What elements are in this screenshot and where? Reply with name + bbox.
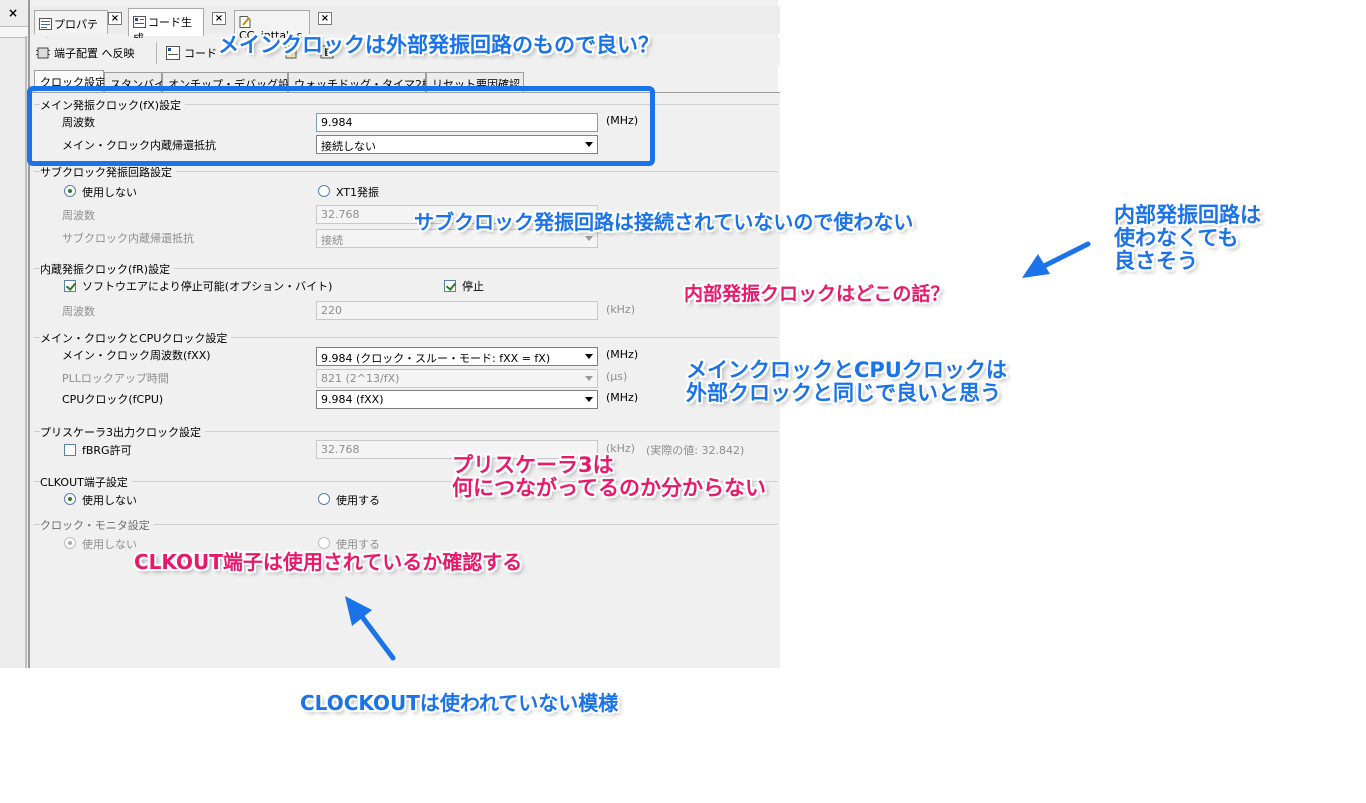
code-generation-icon xyxy=(166,46,180,60)
sub-osc-xt1-radio[interactable] xyxy=(318,185,330,197)
pll-lockup-unit: (μs) xyxy=(606,370,628,383)
annotation-clkout-check: CLKOUT端子は使用されているか確認する xyxy=(134,550,523,574)
document-tab-bar: プロパティ × コード生成 × CG_inttab.s × xyxy=(30,6,780,47)
tab-code-generation[interactable]: コード生成 xyxy=(128,8,204,45)
clock-monitor-group-title: クロック・モニタ設定 xyxy=(40,517,154,533)
internal-osc-freq-input[interactable]: 220 xyxy=(316,301,598,320)
sub-osc-group-title: サブクロック発振回路設定 xyxy=(40,164,176,180)
select-value: 821 (2^13/fX) xyxy=(321,372,400,385)
close-icon[interactable]: × xyxy=(8,6,18,20)
code-generation-icon xyxy=(133,16,146,28)
pin-layout-icon xyxy=(36,46,50,60)
annotation-sub-clock: サブクロック発振回路は接続されていないので使わない xyxy=(414,210,914,234)
arrow-to-internal-osc xyxy=(1022,241,1091,278)
chevron-down-icon xyxy=(585,376,593,381)
clock-monitor-unused-label: 使用しない xyxy=(82,538,137,551)
annotation-internal-clock: 内部発振クロックはどこの話？ xyxy=(684,283,950,305)
code-label: コード xyxy=(184,47,217,60)
tab-properties[interactable]: プロパティ xyxy=(34,10,108,47)
fbrg-label: fBRG許可 xyxy=(82,444,132,457)
select-value: 接続 xyxy=(321,234,343,247)
fbrg-checkbox[interactable] xyxy=(64,444,76,456)
internal-osc-freq-unit: (kHz) xyxy=(606,303,635,316)
sub-osc-resistor-label: サブクロック内蔵帰還抵抗 xyxy=(62,232,194,245)
reflect-pins-label: 端子配置 へ反映 xyxy=(54,47,135,60)
close-tab-icon[interactable]: × xyxy=(318,12,332,25)
main-clock-freq-select[interactable]: 9.984 (クロック・スルー・モード: fXX = fX) xyxy=(316,347,598,366)
cpu-clock-select[interactable]: 9.984 (fXX) xyxy=(316,390,598,409)
reflect-pins-button[interactable]: 端子配置 へ反映 xyxy=(36,42,135,64)
toolbar-divider xyxy=(156,42,157,64)
panel-separator xyxy=(0,26,28,38)
annotation-internal-osc: 内部発振回路は 使わなくても 良さそう xyxy=(1114,203,1261,274)
software-stop-checkbox[interactable] xyxy=(64,280,76,292)
internal-osc-group-title: 内蔵発振クロック(fR)設定 xyxy=(40,261,175,277)
main-clock-freq-label: メイン・クロック周波数(fXX) xyxy=(62,349,211,362)
annotation-prescaler: プリスケーラ3は 何につながってるのか分からない xyxy=(452,453,766,501)
sub-osc-unused-label: 使用しない xyxy=(82,186,137,199)
select-value: 9.984 (fXX) xyxy=(321,393,384,406)
tab-cg-inttab[interactable]: CG_inttab.s xyxy=(234,10,310,42)
prescaler3-group-title: プリスケーラ3出力クロック設定 xyxy=(40,424,205,440)
main-cpu-group-title: メイン・クロックとCPUクロック設定 xyxy=(40,330,232,346)
clock-monitor-used-radio[interactable] xyxy=(318,537,330,549)
annotation-main-cpu: メインクロックとCPUクロックは 外部クロックと同じで良いと思う xyxy=(686,358,1007,406)
clkout-used-label: 使用する xyxy=(336,494,380,507)
internal-osc-freq-label: 周波数 xyxy=(62,305,95,318)
stop-checkbox[interactable] xyxy=(444,280,456,292)
clkout-group-title: CLKOUT端子設定 xyxy=(40,474,132,490)
close-tab-icon[interactable]: × xyxy=(108,12,122,25)
chevron-down-icon xyxy=(585,397,593,402)
sub-osc-unused-radio[interactable] xyxy=(64,185,76,197)
annotation-clockout-unused: CLOCKOUTは使われていない模様 xyxy=(300,691,619,715)
close-tab-icon[interactable]: × xyxy=(212,12,226,25)
clock-monitor-unused-radio[interactable] xyxy=(64,537,76,549)
select-value: 9.984 (クロック・スルー・モード: fXX = fX) xyxy=(321,352,551,365)
code-generate-button[interactable]: コード xyxy=(166,42,217,64)
clkout-unused-radio[interactable] xyxy=(64,493,76,505)
clkout-unused-label: 使用しない xyxy=(82,494,137,507)
clock-settings-panel: メイン発振クロック(fX)設定 周波数 9.984 (MHz) メイン・クロック… xyxy=(30,92,780,668)
main-osc-highlight-box xyxy=(27,86,655,166)
main-clock-freq-unit: (MHz) xyxy=(606,348,639,361)
chevron-down-icon xyxy=(585,236,593,241)
sub-osc-freq-label: 周波数 xyxy=(62,209,95,222)
file-icon xyxy=(239,16,252,28)
software-stop-label: ソフトウエアにより停止可能(オプション・バイト) xyxy=(82,280,333,293)
pll-lockup-label: PLLロックアップ時間 xyxy=(62,372,169,385)
annotation-main-clock: メインクロックは外部発振回路のもので良い？ xyxy=(218,33,659,57)
cpu-clock-unit: (MHz) xyxy=(606,391,639,404)
pll-lockup-select[interactable]: 821 (2^13/fX) xyxy=(316,369,598,388)
sub-osc-xt1-label: XT1発振 xyxy=(336,186,380,199)
left-panel: × xyxy=(0,0,28,668)
chevron-down-icon xyxy=(585,354,593,359)
clkout-used-radio[interactable] xyxy=(318,493,330,505)
properties-icon xyxy=(39,18,52,30)
cpu-clock-label: CPUクロック(fCPU) xyxy=(62,393,164,406)
stop-label: 停止 xyxy=(462,280,484,293)
